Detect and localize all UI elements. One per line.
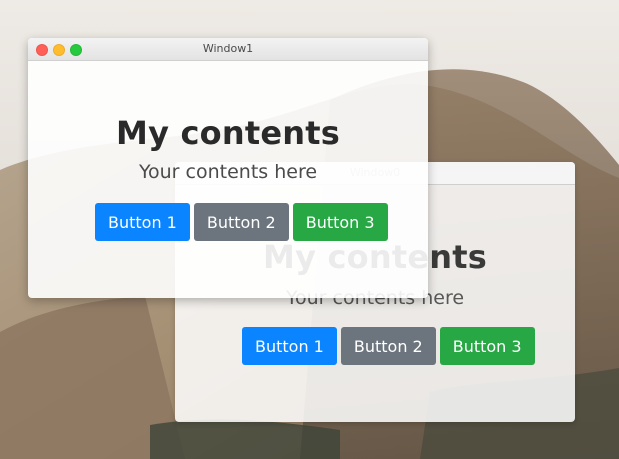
window0-button-group: Button 1 Button 2 Button 3 — [242, 327, 535, 365]
window1-button-3[interactable]: Button 3 — [292, 203, 388, 241]
window1-button-group: Button 1 Button 2 Button 3 — [95, 203, 388, 241]
window0-button-2[interactable]: Button 2 — [340, 327, 436, 365]
window1-titlebar[interactable]: Window1 — [28, 38, 428, 61]
window1-button-1[interactable]: Button 1 — [95, 203, 190, 241]
window1-heading: My contents — [116, 114, 340, 152]
window1-title: Window1 — [202, 42, 254, 55]
window0-button-1[interactable]: Button 1 — [242, 327, 337, 365]
window0-button-3[interactable]: Button 3 — [439, 327, 535, 365]
window1-content: My contents Your contents here Button 1 … — [28, 62, 428, 298]
window1-subtext: Your contents here — [138, 161, 318, 183]
window1-button-2[interactable]: Button 2 — [193, 203, 289, 241]
window1[interactable]: Window1 My contents Your contents here B… — [28, 38, 428, 298]
